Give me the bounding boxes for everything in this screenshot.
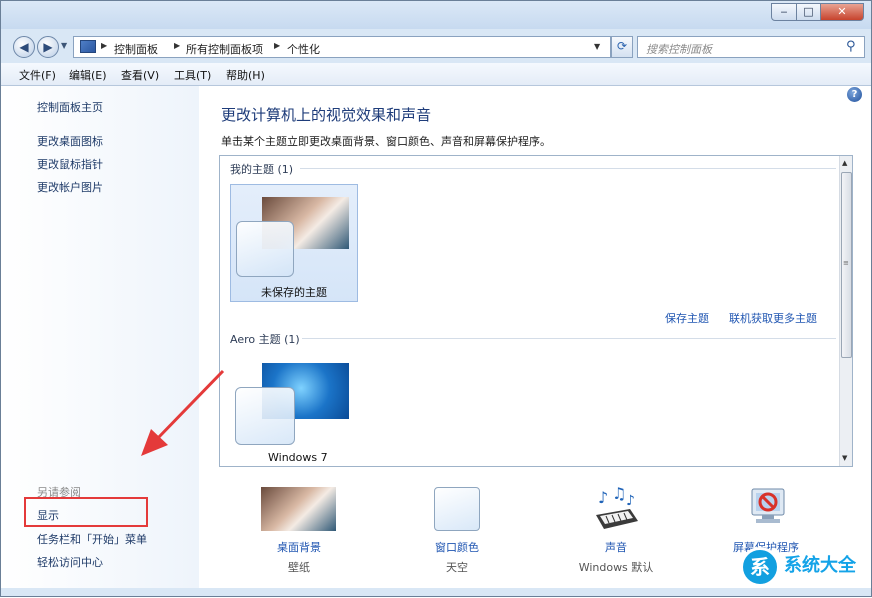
group-divider — [300, 168, 836, 169]
address-dropdown-icon[interactable]: ▼ — [594, 42, 600, 51]
breadcrumb-all-items[interactable]: 所有控制面板项 — [186, 41, 263, 57]
window-color-link[interactable]: 窗口颜色 — [397, 539, 517, 555]
sidebar-link-desktop-icons[interactable]: 更改桌面图标 — [37, 133, 103, 149]
sidebar-link-ease-of-access[interactable]: 轻松访问中心 — [37, 554, 103, 570]
maximize-button[interactable]: □ — [796, 3, 821, 21]
desktop-background-value: 壁纸 — [288, 561, 310, 574]
watermark-logo: 系 — [740, 547, 780, 587]
theme-label: Windows 7 — [268, 451, 328, 464]
title-bar: ‒ □ ✕ — [1, 1, 871, 29]
sidebar-link-control-panel-home[interactable]: 控制面板主页 — [37, 99, 103, 115]
sidebar-link-mouse-pointers[interactable]: 更改鼠标指针 — [37, 156, 103, 172]
window-glass-preview — [235, 387, 295, 445]
menu-tools[interactable]: 工具(T) — [174, 67, 211, 83]
page-description: 单击某个主题立即更改桌面背景、窗口颜色、声音和屏幕保护程序。 — [221, 135, 551, 148]
page-title: 更改计算机上的视觉效果和声音 — [221, 106, 432, 124]
menu-view[interactable]: 查看(V) — [121, 67, 159, 83]
theme-list-scrollbar[interactable]: ▲ ≡ ▼ — [839, 156, 852, 466]
chevron-right-icon[interactable]: ▶ — [274, 41, 280, 50]
menu-bar: 文件(F) 编辑(E) 查看(V) 工具(T) 帮助(H) — [1, 63, 871, 86]
svg-text:♫: ♫ — [612, 485, 626, 503]
theme-tile-unsaved[interactable]: 未保存的主题 — [230, 184, 358, 302]
window-glass-preview — [236, 221, 294, 277]
help-icon[interactable]: ? — [847, 87, 862, 102]
chevron-right-icon[interactable]: ▶ — [101, 41, 107, 50]
control-panel-window: ‒ □ ✕ ◀ ▶ ▼ ▶ 控制面板 ▶ 所有控制面板项 ▶ 个性化 ▼ ⟳ 搜… — [0, 0, 872, 597]
menu-file[interactable]: 文件(F) — [19, 67, 56, 83]
menu-edit[interactable]: 编辑(E) — [69, 67, 107, 83]
forward-button[interactable]: ▶ — [37, 36, 59, 58]
site-watermark: 系 系统大全 — [740, 543, 872, 593]
desktop-background-item[interactable]: 桌面背景 壁纸 — [239, 485, 359, 575]
window-color-item[interactable]: 窗口颜色 天空 — [397, 485, 517, 575]
breadcrumb-personalization[interactable]: 个性化 — [287, 41, 320, 57]
sound-icon: ♪ ♫ ♪ — [596, 485, 638, 529]
recent-pages-dropdown[interactable]: ▼ — [61, 41, 67, 50]
svg-text:♪: ♪ — [626, 493, 635, 509]
annotation-highlight-box — [24, 497, 148, 527]
svg-text:♪: ♪ — [598, 488, 608, 507]
get-more-themes-online-link[interactable]: 联机获取更多主题 — [729, 310, 817, 326]
close-button[interactable]: ✕ — [820, 3, 864, 21]
screensaver-icon — [751, 488, 785, 523]
scroll-up-icon[interactable]: ▲ — [842, 159, 847, 167]
theme-tile-windows7[interactable]: Windows 7 — [230, 354, 358, 466]
search-icon[interactable]: ⚲ — [846, 39, 856, 54]
address-bar[interactable]: ▶ 控制面板 ▶ 所有控制面板项 ▶ 个性化 ▼ — [73, 36, 611, 58]
scroll-grip-icon: ≡ — [843, 259, 849, 267]
theme-label: 未保存的主题 — [261, 286, 327, 299]
group-divider — [302, 338, 836, 339]
scroll-down-icon[interactable]: ▼ — [842, 454, 847, 462]
my-themes-group-title: 我的主题 (1) — [230, 163, 294, 176]
sound-link[interactable]: 声音 — [556, 539, 676, 555]
refresh-button[interactable]: ⟳ — [611, 36, 633, 58]
back-button[interactable]: ◀ — [13, 36, 35, 58]
search-placeholder: 搜索控制面板 — [646, 43, 712, 56]
menu-help[interactable]: 帮助(H) — [226, 67, 265, 83]
watermark-text: 系统大全 — [784, 555, 856, 576]
navigation-bar: ◀ ▶ ▼ ▶ 控制面板 ▶ 所有控制面板项 ▶ 个性化 ▼ ⟳ 搜索控制面板 … — [1, 31, 871, 61]
window-color-icon — [434, 487, 480, 531]
desktop-background-link[interactable]: 桌面背景 — [239, 539, 359, 555]
theme-list[interactable]: 我的主题 (1) 未保存的主题 保存主题 联机获取更多主题 Aero 主题 (1… — [219, 155, 853, 467]
sidebar-link-taskbar-start-menu[interactable]: 任务栏和「开始」菜单 — [37, 531, 147, 547]
minimize-button[interactable]: ‒ — [771, 3, 797, 21]
save-theme-link[interactable]: 保存主题 — [665, 310, 709, 326]
sound-value: Windows 默认 — [578, 561, 654, 574]
window-color-value: 天空 — [446, 561, 468, 574]
aero-themes-group-title: Aero 主题 (1) — [230, 333, 300, 346]
breadcrumb-control-panel[interactable]: 控制面板 — [114, 41, 158, 57]
control-panel-icon — [80, 40, 96, 53]
chevron-right-icon[interactable]: ▶ — [174, 41, 180, 50]
sidebar-link-account-picture[interactable]: 更改帐户图片 — [37, 179, 103, 195]
desktop-background-icon — [261, 487, 336, 531]
sound-item[interactable]: ♪ ♫ ♪ 声音 Windows 默认 — [556, 485, 676, 575]
search-input[interactable]: 搜索控制面板 ⚲ — [637, 36, 865, 58]
